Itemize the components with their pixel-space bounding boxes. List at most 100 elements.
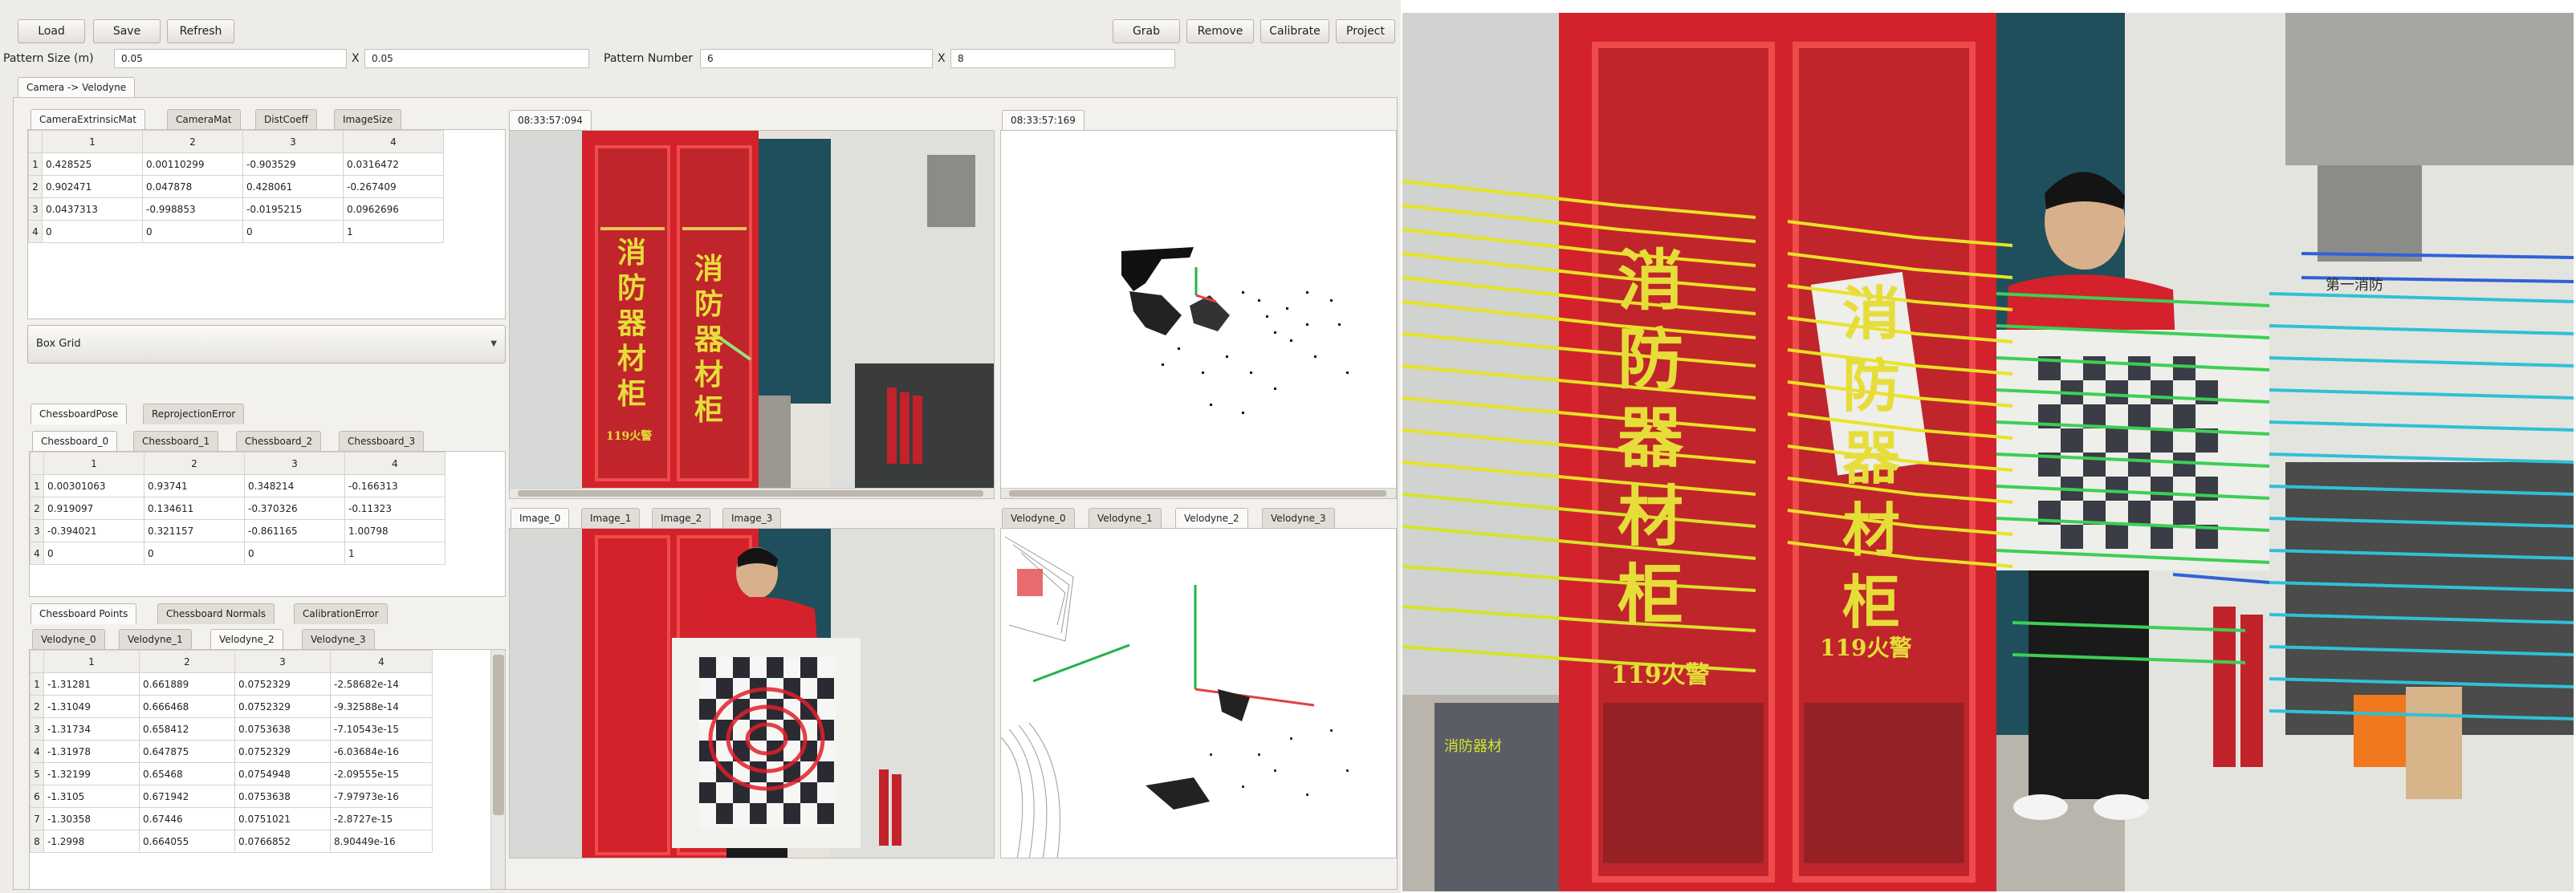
tab-image-1[interactable]: Image_1 (581, 508, 641, 529)
table-cell[interactable]: 0.666468 (139, 695, 235, 718)
table-cell[interactable]: 0 (43, 542, 144, 565)
table-cell[interactable]: 0.93741 (144, 474, 245, 497)
tab-camera-velodyne[interactable]: Camera -> Velodyne (18, 77, 136, 98)
table-cell[interactable]: -0.370326 (244, 497, 345, 520)
table-cell[interactable]: -0.166313 (344, 474, 446, 497)
velodyne-pointcloud-view[interactable] (1000, 528, 1397, 858)
table-cell[interactable]: 8.90449e-16 (330, 830, 433, 853)
horizontal-scrollbar[interactable] (1001, 488, 1396, 498)
table-cell[interactable]: 0 (244, 542, 345, 565)
table-cell[interactable]: 0 (144, 542, 245, 565)
tab-reprojection-error[interactable]: ReprojectionError (143, 404, 245, 424)
scrollbar-thumb[interactable] (518, 490, 983, 497)
table-cell[interactable]: -2.58682e-14 (330, 672, 433, 696)
tab-chessboard-2[interactable]: Chessboard_2 (236, 431, 322, 452)
tab-velodyne-0[interactable]: Velodyne_0 (1002, 508, 1075, 529)
table-cell[interactable]: 0.0752329 (234, 672, 331, 696)
pattern-size-x-field[interactable]: 0.05 (114, 49, 347, 68)
pattern-size-y-field[interactable]: 0.05 (364, 49, 589, 68)
project-button[interactable]: Project (1336, 19, 1395, 43)
table-cell[interactable]: 0 (142, 220, 243, 243)
table-cell[interactable]: 0.661889 (139, 672, 235, 696)
tab-lidar-timestamp[interactable]: 08:33:57:169 (1002, 110, 1085, 131)
table-cell[interactable]: -2.8727e-15 (330, 807, 433, 830)
camera-image-view[interactable]: 消 防 器 材 柜 消 防 器 材 柜 119火警 (509, 130, 995, 499)
table-cell[interactable]: 0.0754948 (234, 762, 331, 785)
table-cell[interactable]: 0.0752329 (234, 695, 331, 718)
table-cell[interactable]: 0.0751021 (234, 807, 331, 830)
tab-velodyne-2[interactable]: Velodyne_2 (1175, 508, 1248, 529)
tab-chessboard-0[interactable]: Chessboard_0 (32, 431, 118, 452)
tab-calibration-error[interactable]: CalibrationError (294, 603, 388, 624)
table-cell[interactable]: 1 (344, 542, 446, 565)
remove-button[interactable]: Remove (1186, 19, 1254, 43)
table-cell[interactable]: 1 (343, 220, 444, 243)
tab-camera-mat[interactable]: CameraMat (167, 109, 241, 130)
tab-velodyne-2[interactable]: Velodyne_2 (210, 629, 283, 650)
table-cell[interactable]: 0.0752329 (234, 740, 331, 763)
tab-image-size[interactable]: ImageSize (334, 109, 402, 130)
tab-velodyne-3[interactable]: Velodyne_3 (302, 629, 375, 650)
table-cell[interactable]: -9.32588e-14 (330, 695, 433, 718)
table-cell[interactable]: 0 (242, 220, 344, 243)
table-cell[interactable]: 0.428525 (42, 152, 143, 176)
save-button[interactable]: Save (93, 19, 161, 43)
table-cell[interactable]: 0.0766852 (234, 830, 331, 853)
tab-chessboard-1[interactable]: Chessboard_1 (133, 431, 219, 452)
table-cell[interactable]: 0.047878 (142, 175, 243, 198)
scrollbar-thumb[interactable] (1009, 490, 1386, 497)
tab-image-0[interactable]: Image_0 (511, 508, 570, 529)
scrollbar-thumb[interactable] (493, 655, 504, 815)
table-cell[interactable]: -1.2998 (43, 830, 140, 853)
table-cell[interactable]: 0 (42, 220, 143, 243)
table-cell[interactable]: -7.97973e-16 (330, 785, 433, 808)
pattern-type-select[interactable]: Box Grid ▼ (27, 325, 506, 363)
table-cell[interactable]: 1.00798 (344, 519, 446, 542)
table-cell[interactable]: 0.671942 (139, 785, 235, 808)
table-cell[interactable]: 0.65468 (139, 762, 235, 785)
table-cell[interactable]: 0.0437313 (42, 197, 143, 221)
tab-image-3[interactable]: Image_3 (722, 508, 782, 529)
pattern-number-y-field[interactable]: 8 (950, 49, 1175, 68)
tab-velodyne-0[interactable]: Velodyne_0 (32, 629, 105, 650)
table-cell[interactable]: 0.647875 (139, 740, 235, 763)
horizontal-scrollbar[interactable] (510, 488, 994, 498)
table-cell[interactable]: 0.134611 (144, 497, 245, 520)
table-cell[interactable]: -0.267409 (343, 175, 444, 198)
tab-camera-timestamp[interactable]: 08:33:57:094 (509, 110, 592, 131)
table-cell[interactable]: 0.658412 (139, 717, 235, 741)
lidar-pointcloud-view[interactable] (1000, 130, 1397, 499)
table-cell[interactable]: -0.394021 (43, 519, 144, 542)
table-cell[interactable]: 0.0962696 (343, 197, 444, 221)
table-cell[interactable]: -2.09555e-15 (330, 762, 433, 785)
tab-chessboard-pose[interactable]: ChessboardPose (31, 404, 128, 424)
table-cell[interactable]: -7.10543e-15 (330, 717, 433, 741)
tab-chessboard-3[interactable]: Chessboard_3 (339, 431, 425, 452)
table-cell[interactable]: 0.321157 (144, 519, 245, 542)
table-cell[interactable]: 0.67446 (139, 807, 235, 830)
pattern-number-x-field[interactable]: 6 (700, 49, 933, 68)
table-cell[interactable]: 0.0753638 (234, 717, 331, 741)
tab-velodyne-1[interactable]: Velodyne_1 (1089, 508, 1162, 529)
table-cell[interactable]: 0.428061 (242, 175, 344, 198)
tab-chessboard-normals[interactable]: Chessboard Normals (157, 603, 275, 624)
vertical-scrollbar[interactable] (490, 650, 505, 889)
tab-image-2[interactable]: Image_2 (652, 508, 711, 529)
table-cell[interactable]: -0.998853 (142, 197, 243, 221)
grab-button[interactable]: Grab (1113, 19, 1180, 43)
table-cell[interactable]: 0.348214 (244, 474, 345, 497)
table-cell[interactable]: -1.3105 (43, 785, 140, 808)
chessboard-image-view[interactable] (509, 528, 995, 858)
table-cell[interactable]: 0.919097 (43, 497, 144, 520)
refresh-button[interactable]: Refresh (167, 19, 234, 43)
table-cell[interactable]: -1.32199 (43, 762, 140, 785)
table-cell[interactable]: -1.31734 (43, 717, 140, 741)
tab-camera-extrinsic-mat[interactable]: CameraExtrinsicMat (31, 109, 145, 130)
table-cell[interactable]: 0.902471 (42, 175, 143, 198)
table-cell[interactable]: -1.31978 (43, 740, 140, 763)
table-cell[interactable]: 0.00110299 (142, 152, 243, 176)
table-cell[interactable]: -0.11323 (344, 497, 446, 520)
table-cell[interactable]: -1.30358 (43, 807, 140, 830)
tab-velodyne-3[interactable]: Velodyne_3 (1262, 508, 1335, 529)
table-cell[interactable]: 0.664055 (139, 830, 235, 853)
